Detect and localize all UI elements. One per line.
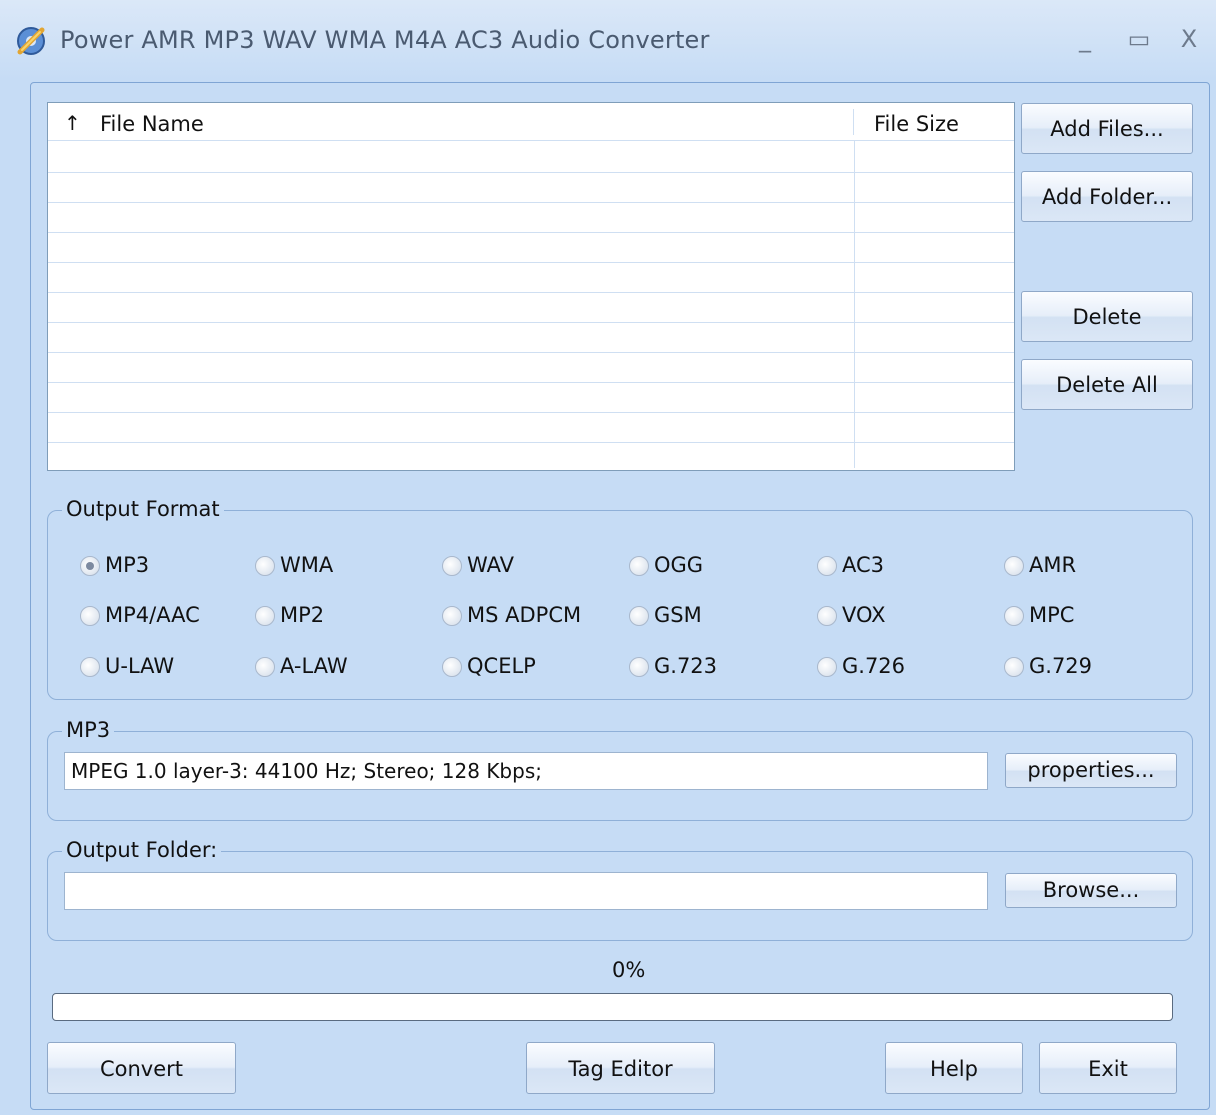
radio-label: WAV [467,553,515,577]
radio-label: MP3 [105,553,150,577]
file-list[interactable]: ↑ File Name File Size [47,102,1015,471]
column-divider [854,141,855,468]
table-row-line [48,202,1014,203]
table-row-line [48,292,1014,293]
output-folder-field[interactable] [64,872,988,910]
radio-button-icon[interactable] [1004,606,1024,626]
radio-label: GSM [654,603,702,627]
progress-percent: 0% [612,958,646,982]
window-title: Power AMR MP3 WAV WMA M4A AC3 Audio Conv… [60,26,710,54]
delete-label: Delete [1072,305,1142,329]
convert-label: Convert [99,1057,184,1081]
output-format-title: Output Format [62,497,224,521]
radio-button-icon[interactable] [255,556,275,576]
radio-button-icon[interactable] [629,657,649,677]
radio-button-icon[interactable] [629,556,649,576]
delete-all-button[interactable]: Delete All [1021,359,1193,410]
radio-label: U-LAW [105,654,175,678]
radio-button-icon[interactable] [629,606,649,626]
table-row-line [48,322,1014,323]
radio-button-icon[interactable] [255,657,275,677]
sort-ascending-icon[interactable]: ↑ [64,111,81,135]
column-separator[interactable] [853,109,854,135]
radio-label: MP2 [280,603,325,627]
file-list-header: ↑ File Name File Size [48,103,1014,141]
table-row-line [48,352,1014,353]
radio-label: AC3 [842,553,885,577]
radio-label: MP4/AAC [105,603,200,627]
radio-label: VOX [842,603,886,627]
properties-label: properties... [1027,758,1155,782]
table-row-line [48,382,1014,383]
radio-label: WMA [280,553,334,577]
radio-button-icon[interactable] [817,556,837,576]
radio-button-icon[interactable] [442,657,462,677]
app-icon [17,27,45,55]
radio-button-icon[interactable] [80,606,100,626]
radio-label: AMR [1029,553,1077,577]
add-folder-button[interactable]: Add Folder... [1021,171,1193,222]
radio-button-icon[interactable] [255,606,275,626]
exit-button[interactable]: Exit [1039,1042,1177,1094]
radio-button-icon[interactable] [80,556,100,576]
radio-button-icon[interactable] [80,657,100,677]
radio-label: G.729 [1029,654,1093,678]
add-folder-label: Add Folder... [1041,185,1173,209]
progress-bar [52,993,1173,1021]
column-header-file-size[interactable]: File Size [874,112,959,136]
browse-label: Browse... [1042,878,1140,902]
exit-label: Exit [1088,1057,1128,1081]
browse-button[interactable]: Browse... [1005,873,1177,908]
convert-button[interactable]: Convert [47,1042,236,1094]
delete-button[interactable]: Delete [1021,291,1193,342]
output-folder-title: Output Folder: [62,838,222,862]
radio-label: G.726 [842,654,906,678]
table-row-line [48,232,1014,233]
format-settings-field[interactable]: MPEG 1.0 layer-3: 44100 Hz; Stereo; 128 … [64,752,988,790]
radio-label: MPC [1029,603,1075,627]
table-row-line [48,442,1014,443]
table-row-line [48,262,1014,263]
table-row-line [48,412,1014,413]
radio-button-icon[interactable] [1004,657,1024,677]
properties-button[interactable]: properties... [1005,753,1177,788]
radio-label: OGG [654,553,704,577]
close-button[interactable]: X [1172,22,1206,56]
table-row-line [48,172,1014,173]
radio-label: MS ADPCM [467,603,582,627]
radio-label: QCELP [467,654,536,678]
title-bar: Power AMR MP3 WAV WMA M4A AC3 Audio Conv… [0,0,1216,80]
tag-editor-label: Tag Editor [568,1057,673,1081]
radio-button-icon[interactable] [442,606,462,626]
radio-label: A-LAW [280,654,348,678]
delete-all-label: Delete All [1056,373,1158,397]
add-files-label: Add Files... [1050,117,1164,141]
tag-editor-button[interactable]: Tag Editor [526,1042,715,1094]
radio-button-icon[interactable] [817,657,837,677]
radio-button-icon[interactable] [442,556,462,576]
minimize-button[interactable]: _ [1068,22,1102,56]
help-label: Help [930,1057,978,1081]
column-header-file-name[interactable]: File Name [100,112,204,136]
radio-button-icon[interactable] [1004,556,1024,576]
radio-label: G.723 [654,654,718,678]
maximize-button[interactable]: ▭ [1122,22,1156,56]
format-settings-title: MP3 [62,718,115,742]
radio-button-icon[interactable] [817,606,837,626]
add-files-button[interactable]: Add Files... [1021,103,1193,154]
help-button[interactable]: Help [885,1042,1023,1094]
